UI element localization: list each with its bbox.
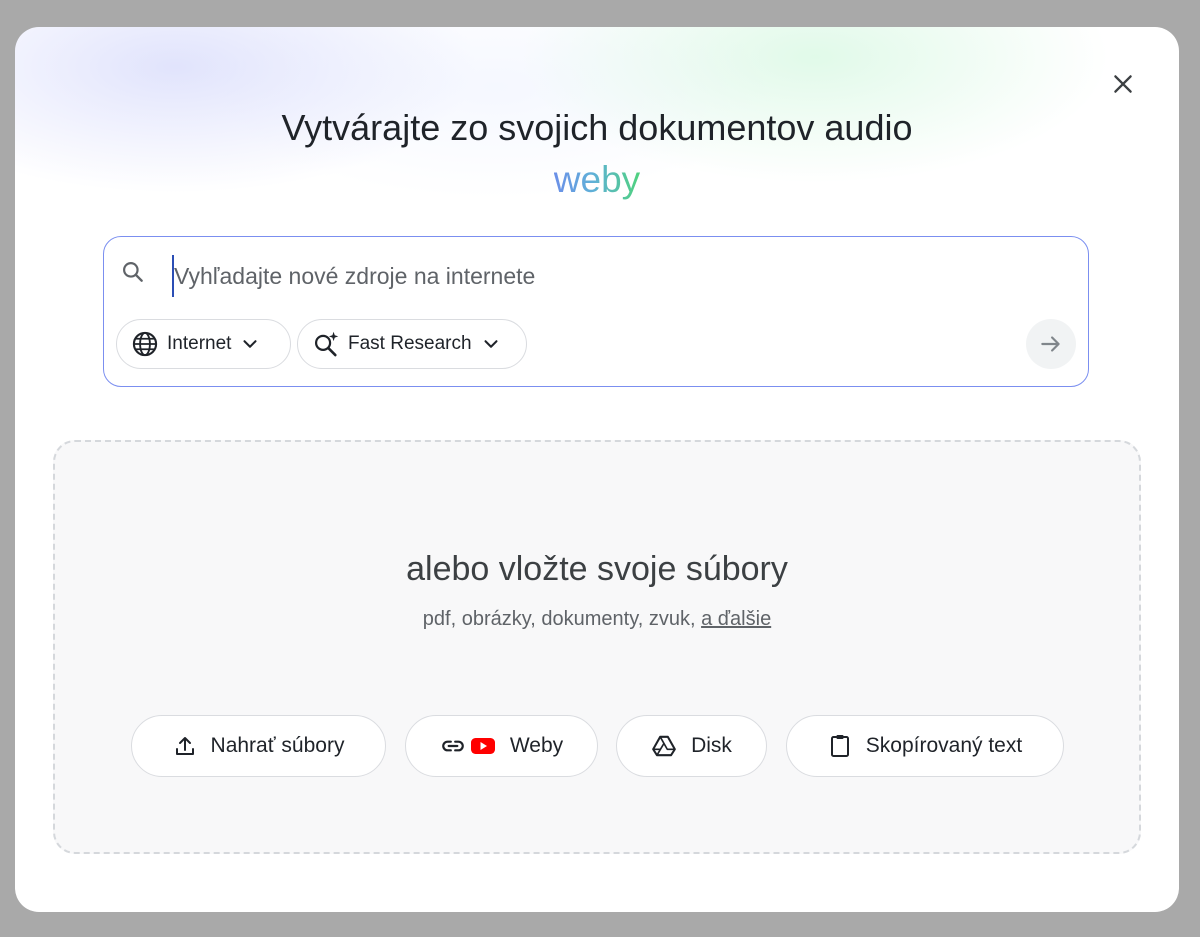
- dropzone-title: alebo vložte svoje súbory: [406, 550, 788, 588]
- youtube-icon: [470, 738, 495, 754]
- search-input[interactable]: [172, 255, 996, 297]
- chevron-down-icon: [484, 340, 498, 348]
- chevron-down-icon: [243, 340, 257, 348]
- clipboard-icon: [830, 735, 849, 757]
- upload-files-button[interactable]: Nahrať súbory: [131, 715, 386, 777]
- drive-button[interactable]: Disk: [616, 715, 767, 777]
- paste-text-button[interactable]: Skopírovaný text: [786, 715, 1064, 777]
- drive-label: Disk: [691, 734, 732, 757]
- dropzone-subtitle: pdf, obrázky, dokumenty, zvuk, a ďalšie: [55, 608, 1139, 631]
- file-dropzone[interactable]: alebo vložte svoje súbory pdf, obrázky, …: [53, 440, 1141, 854]
- source-dropdown[interactable]: Internet: [116, 319, 291, 369]
- submit-search-button[interactable]: [1026, 319, 1076, 369]
- websites-label: Weby: [509, 734, 564, 757]
- add-sources-dialog: Vytvárajte zo svojich dokumentov audio w…: [15, 27, 1179, 912]
- title-accent-text: weby: [553, 159, 641, 200]
- dialog-title-accent: weby: [15, 157, 1179, 203]
- upload-files-label: Nahrať súbory: [210, 734, 345, 757]
- link-youtube-icon: [440, 733, 496, 759]
- research-mode-dropdown[interactable]: Fast Research: [297, 319, 527, 369]
- close-button[interactable]: [1106, 67, 1140, 101]
- paste-text-label: Skopírovaný text: [865, 734, 1023, 757]
- link-icon: [442, 740, 464, 752]
- dialog-title: Vytvárajte zo svojich dokumentov audio: [281, 107, 913, 148]
- research-mode-label: Fast Research: [348, 333, 472, 354]
- source-dropdown-label: Internet: [167, 333, 232, 354]
- search-icon: [123, 262, 143, 282]
- websites-button[interactable]: Weby: [405, 715, 598, 777]
- arrow-right-icon: [1041, 336, 1060, 352]
- drive-icon: [652, 735, 676, 757]
- sparkle-search-icon: [314, 331, 339, 357]
- supported-types-text: pdf, obrázky, dokumenty, zvuk,: [422, 608, 696, 630]
- globe-icon: [132, 331, 158, 357]
- more-types-link[interactable]: a ďalšie: [701, 608, 771, 630]
- search-box: Internet Fast Research: [103, 236, 1089, 387]
- upload-icon: [175, 737, 194, 755]
- close-icon: [1114, 75, 1132, 93]
